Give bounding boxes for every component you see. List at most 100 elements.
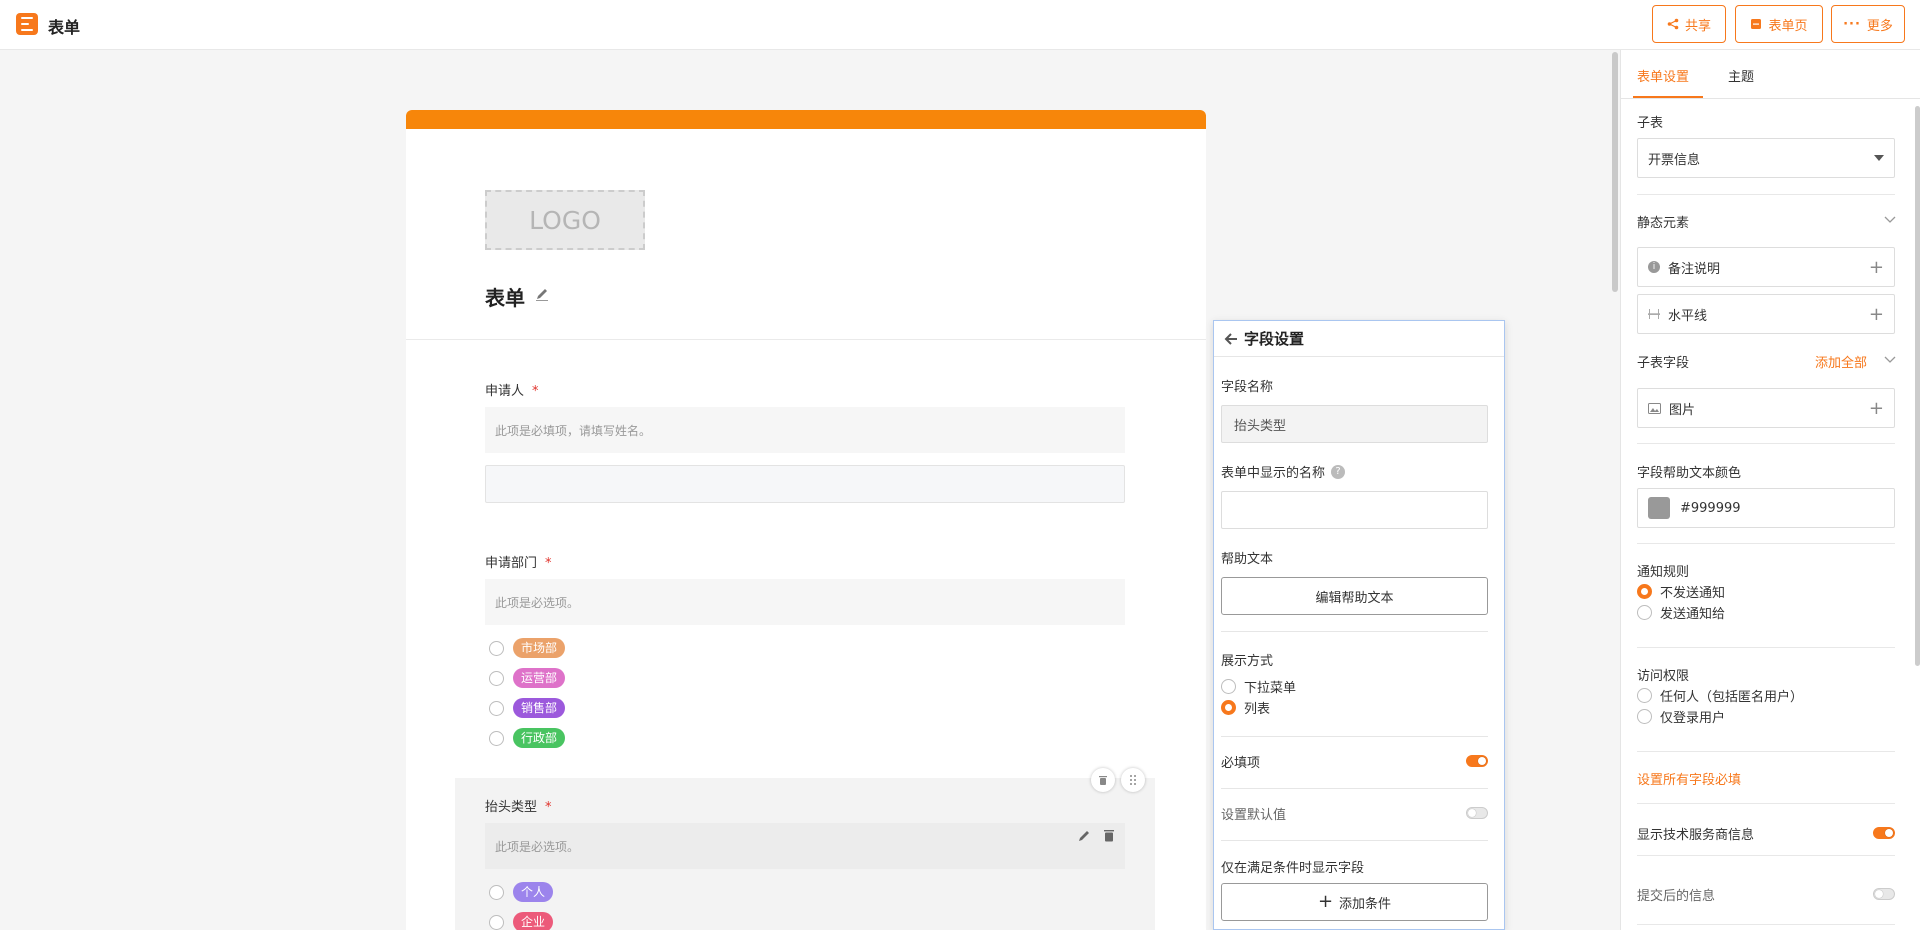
access-option-anyone[interactable]: 任何人（包括匿名用户） — [1637, 686, 1803, 705]
department-option[interactable]: 销售部 — [489, 698, 566, 718]
tab-form-settings[interactable]: 表单设置 — [1637, 66, 1689, 85]
drag-handle-icon[interactable] — [1121, 768, 1145, 792]
panel-divider — [1221, 788, 1488, 789]
edit-help-icon[interactable] — [1076, 828, 1092, 844]
add-condition-button[interactable]: + 添加条件 — [1221, 883, 1488, 921]
header-type-help: 此项是必选项。 — [485, 823, 1125, 869]
after-submit-label: 提交后的信息 — [1637, 889, 1716, 904]
department-option[interactable]: 市场部 — [489, 638, 566, 658]
sidebar-divider — [1637, 803, 1895, 804]
radio-button[interactable] — [1637, 688, 1652, 703]
horizontal-line-icon — [1648, 309, 1660, 319]
share-button-label: 共享 — [1684, 18, 1711, 34]
form-accent-bar — [406, 110, 1206, 129]
department-help: 此项是必选项。 — [485, 579, 1125, 625]
required-toggle[interactable] — [1466, 755, 1488, 767]
subtable-field-image[interactable]: 图片 + — [1637, 388, 1895, 428]
applicant-label: 申请人 * — [485, 380, 539, 399]
sidebar-divider — [1637, 543, 1895, 544]
chevron-down-icon[interactable] — [1884, 216, 1896, 224]
tab-theme[interactable]: 主题 — [1728, 66, 1754, 85]
field-settings-panel: 字段设置 字段名称 抬头类型 表单中显示的名称 ? 帮助文本 编辑帮助文本 展示… — [1213, 320, 1505, 930]
department-option[interactable]: 运营部 — [489, 668, 566, 688]
applicant-input[interactable] — [485, 465, 1125, 503]
header-type-option[interactable]: 个人 — [489, 882, 554, 902]
image-icon — [1648, 402, 1661, 414]
share-button[interactable]: 共享 — [1652, 5, 1726, 43]
radio-button[interactable] — [489, 670, 504, 686]
radio-button[interactable] — [1637, 709, 1652, 724]
notify-rules-label: 通知规则 — [1637, 565, 1690, 580]
info-icon: i — [1648, 261, 1660, 273]
show-provider-toggle[interactable] — [1873, 827, 1895, 839]
set-all-required-link[interactable]: 设置所有字段必填 — [1637, 769, 1741, 788]
more-button-label: 更多 — [1866, 18, 1893, 34]
form-page-button[interactable]: 表单页 — [1735, 5, 1823, 43]
default-value-toggle[interactable] — [1466, 807, 1488, 819]
color-swatch[interactable] — [1648, 497, 1670, 519]
plus-icon[interactable]: + — [1869, 398, 1884, 419]
option-tag: 企业 — [513, 912, 554, 930]
radio-button-selected[interactable] — [1637, 584, 1652, 599]
right-sidebar: 表单设置 主题 子表 开票信息 静态元素 i 备注说明 + 水平线 + 子表字段… — [1620, 50, 1920, 930]
back-arrow-icon[interactable] — [1224, 332, 1238, 346]
department-option[interactable]: 行政部 — [489, 728, 566, 748]
static-item-note[interactable]: i 备注说明 + — [1637, 247, 1895, 287]
access-option-logged-in-label: 仅登录用户 — [1660, 711, 1726, 726]
plus-icon[interactable]: + — [1869, 304, 1884, 325]
display-mode-dropdown-option[interactable]: 下拉菜单 — [1221, 677, 1296, 696]
default-value-label: 设置默认值 — [1221, 808, 1287, 823]
option-tag: 个人 — [513, 882, 554, 902]
field-settings-title: 字段设置 — [1244, 330, 1305, 348]
radio-button[interactable] — [489, 640, 504, 656]
applicant-label-text: 申请人 — [485, 384, 525, 399]
field-name-input[interactable]: 抬头类型 — [1221, 405, 1488, 443]
after-submit-toggle[interactable] — [1873, 888, 1895, 900]
logo-placeholder[interactable]: LOGO — [485, 190, 645, 250]
radio-button[interactable] — [489, 730, 504, 746]
applicant-help: 此项是必填项，请填写姓名。 — [485, 407, 1125, 453]
radio-button-selected[interactable] — [1221, 700, 1236, 715]
department-label-text: 申请部门 — [485, 556, 538, 571]
sidebar-divider — [1637, 924, 1895, 925]
more-button[interactable]: ··· 更多 — [1831, 5, 1905, 43]
required-mark: * — [545, 556, 552, 571]
display-name-input[interactable] — [1221, 491, 1488, 529]
sidebar-divider — [1637, 443, 1895, 444]
delete-field-icon[interactable] — [1091, 768, 1115, 792]
display-name-label-row: 表单中显示的名称 ? — [1221, 462, 1346, 481]
static-item-hr[interactable]: 水平线 + — [1637, 294, 1895, 334]
sidebar-scrollbar[interactable] — [1915, 106, 1920, 666]
header-type-label: 抬头类型 * — [485, 796, 552, 815]
radio-button[interactable] — [489, 914, 504, 930]
radio-button[interactable] — [1637, 605, 1652, 620]
static-elements-label: 静态元素 — [1637, 216, 1690, 231]
static-item-note-label: 备注说明 — [1668, 261, 1721, 277]
delete-help-icon[interactable] — [1102, 828, 1116, 844]
edit-title-icon[interactable] — [534, 286, 550, 302]
notify-option-send[interactable]: 发送通知给 — [1637, 603, 1725, 622]
sidebar-divider — [1637, 194, 1895, 195]
subtable-select-value: 开票信息 — [1648, 152, 1701, 168]
canvas-scrollbar[interactable] — [1612, 52, 1618, 292]
condition-label: 仅在满足条件时显示字段 — [1221, 861, 1365, 876]
add-all-link[interactable]: 添加全部 — [1815, 352, 1867, 371]
radio-button[interactable] — [1221, 679, 1236, 694]
help-question-icon[interactable]: ? — [1331, 464, 1346, 479]
plus-icon[interactable]: + — [1869, 257, 1884, 278]
header-type-option[interactable]: 企业 — [489, 912, 554, 930]
option-tag: 销售部 — [513, 698, 566, 718]
radio-button[interactable] — [489, 700, 504, 716]
field-settings-header: 字段设置 — [1214, 321, 1504, 357]
display-mode-list-option[interactable]: 列表 — [1221, 698, 1270, 717]
notify-option-none-label: 不发送通知 — [1660, 586, 1726, 601]
edit-help-text-button[interactable]: 编辑帮助文本 — [1221, 577, 1488, 615]
sidebar-divider — [1637, 855, 1895, 856]
notify-option-none[interactable]: 不发送通知 — [1637, 582, 1725, 601]
chevron-down-icon[interactable] — [1884, 356, 1896, 364]
help-color-picker[interactable]: #999999 — [1637, 488, 1895, 528]
static-item-hr-label: 水平线 — [1668, 308, 1708, 324]
radio-button[interactable] — [489, 884, 504, 900]
access-option-logged-in[interactable]: 仅登录用户 — [1637, 707, 1725, 726]
subtable-select[interactable]: 开票信息 — [1637, 138, 1895, 178]
